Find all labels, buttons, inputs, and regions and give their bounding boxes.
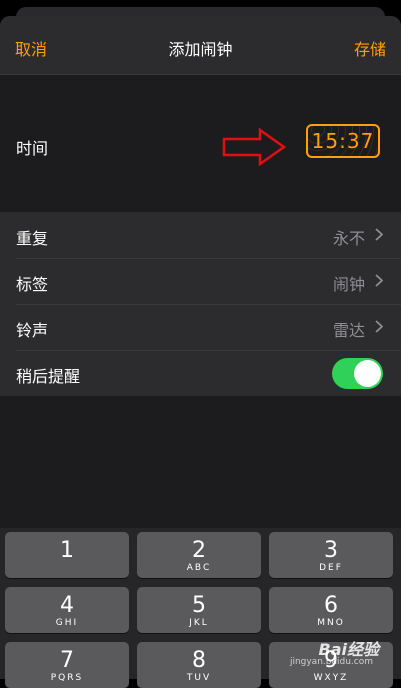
key-number: 7	[60, 648, 74, 673]
snooze-toggle[interactable]	[332, 358, 383, 389]
repeat-value: 永不	[332, 229, 365, 248]
toggle-knob	[354, 360, 381, 387]
key-number: 3	[324, 538, 338, 563]
key-number: 2	[192, 538, 206, 563]
label-value: 闹钟	[332, 275, 365, 294]
settings-row-snooze: 稍后提醒	[0, 350, 401, 396]
key-number: 4	[60, 593, 74, 618]
chevron-right-icon	[375, 274, 383, 287]
settings-list: 重复 永不 标签 闹钟 铃声 雷达 稍后提醒	[0, 212, 401, 396]
key-number: 5	[192, 593, 206, 618]
key-number: 8	[192, 648, 206, 673]
time-label: 时间	[16, 139, 49, 158]
time-picker[interactable]: 15:37	[306, 124, 380, 158]
key-6[interactable]: 6 MNO	[269, 587, 393, 633]
settings-row-sound[interactable]: 铃声 雷达	[0, 304, 401, 350]
snooze-label: 稍后提醒	[16, 367, 81, 386]
key-number: 1	[60, 538, 74, 563]
key-1[interactable]: 1	[5, 532, 129, 578]
settings-row-repeat[interactable]: 重复 永不	[0, 212, 401, 258]
key-letters: JKL	[189, 618, 209, 628]
key-7[interactable]: 7 PQRS	[5, 642, 129, 688]
key-letters: DEF	[319, 563, 343, 573]
key-2[interactable]: 2 ABC	[137, 532, 261, 578]
annotation-arrow-icon	[222, 128, 287, 166]
key-3[interactable]: 3 DEF	[269, 532, 393, 578]
navigation-bar: 取消 添加闹钟 存储	[0, 16, 401, 75]
label-label: 标签	[16, 275, 49, 294]
sound-value: 雷达	[332, 321, 365, 340]
chevron-right-icon	[375, 320, 383, 333]
key-8[interactable]: 8 TUV	[137, 642, 261, 688]
chevron-right-icon	[375, 228, 383, 241]
key-number: 6	[324, 593, 338, 618]
key-4[interactable]: 4 GHI	[5, 587, 129, 633]
watermark-url: jingyan.baidu.com	[289, 657, 373, 667]
sound-label: 铃声	[16, 321, 49, 340]
settings-row-label[interactable]: 标签 闹钟	[0, 258, 401, 304]
save-button[interactable]: 存储	[354, 36, 386, 60]
repeat-label: 重复	[16, 229, 49, 248]
key-letters: GHI	[55, 618, 79, 628]
key-5[interactable]: 5 JKL	[137, 587, 261, 633]
key-letters: MNO	[317, 618, 345, 628]
key-letters: ABC	[186, 563, 212, 573]
page-title: 添加闹钟	[168, 40, 233, 59]
time-value: 15:37	[311, 129, 375, 153]
